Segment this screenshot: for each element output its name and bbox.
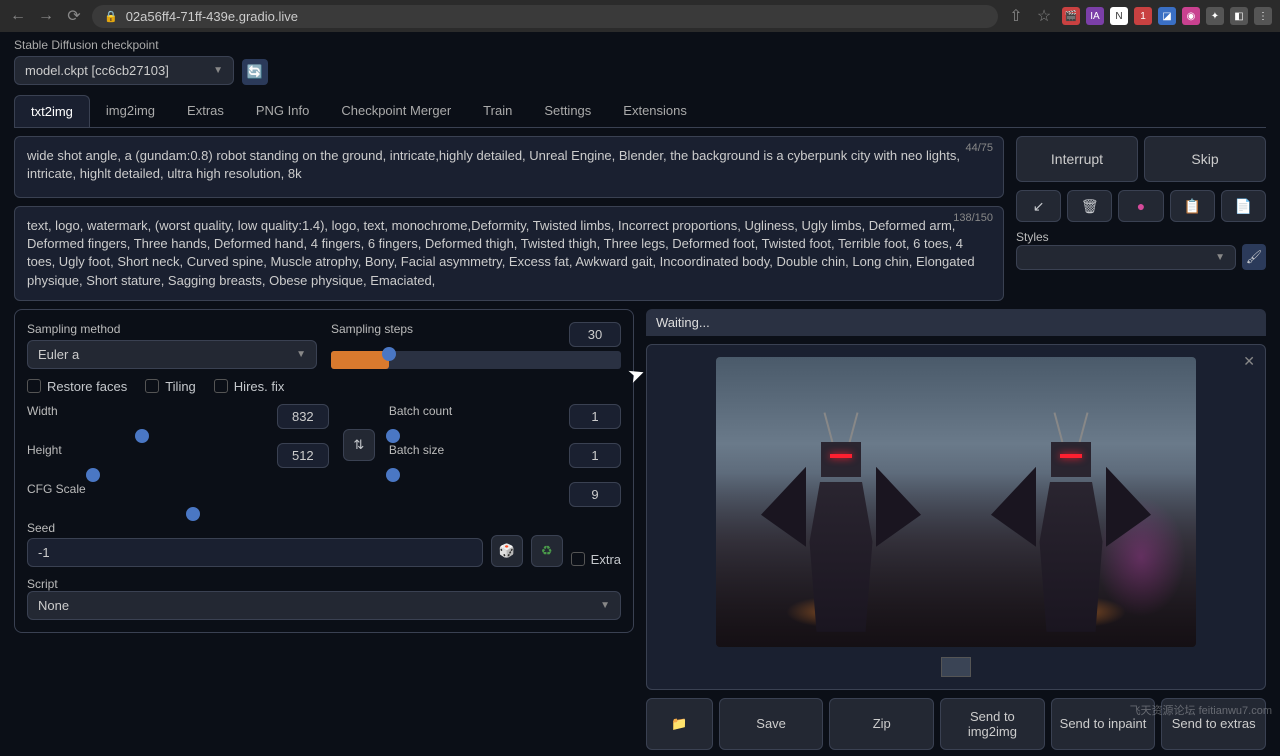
generation-controls: Sampling method Euler a ▼ Sampling steps… — [14, 309, 634, 633]
generation-status: Waiting... — [646, 309, 1266, 336]
styles-label: Styles — [1016, 230, 1266, 244]
tool-trash[interactable]: 🗑 — [1067, 190, 1112, 222]
tool-clipboard[interactable]: 📋 — [1170, 190, 1215, 222]
chevron-down-icon: ▼ — [600, 600, 610, 611]
sampling-method-value: Euler a — [38, 347, 79, 362]
batch-count-value[interactable]: 1 — [569, 404, 621, 429]
checkpoint-select[interactable]: model.ckpt [cc6cb27103] ▼ — [14, 56, 234, 85]
lock-icon: 🔒 — [104, 10, 118, 23]
swap-dimensions-button[interactable]: ⇅ — [343, 429, 375, 461]
script-value: None — [38, 598, 69, 613]
tab-extensions[interactable]: Extensions — [607, 95, 703, 127]
ext-icon[interactable]: IA — [1086, 7, 1104, 25]
sampling-steps-value[interactable]: 30 — [569, 322, 621, 347]
watermark: 飞天资源论坛 feitianwu7.com — [1130, 702, 1272, 718]
main-tabs: txt2img img2img Extras PNG Info Checkpoi… — [14, 95, 1266, 128]
prompt-input[interactable]: 44/75 wide shot angle, a (gundam:0.8) ro… — [14, 136, 1004, 198]
hires-fix-checkbox[interactable]: Hires. fix — [214, 379, 285, 394]
url-text: 02a56ff4-71ff-439e.gradio.live — [126, 9, 298, 24]
tab-img2img[interactable]: img2img — [90, 95, 171, 127]
checkpoint-label: Stable Diffusion checkpoint — [14, 38, 234, 52]
sampling-method-label: Sampling method — [27, 322, 317, 336]
ext-icon[interactable]: ◪ — [1158, 7, 1176, 25]
sampling-steps-label: Sampling steps — [331, 322, 413, 347]
extension-icons: 🎬 IA N 1 ◪ ◉ ✦ ◧ ⋮ — [1062, 7, 1272, 25]
sampling-steps-slider[interactable] — [331, 351, 621, 369]
ext-icon[interactable]: 1 — [1134, 7, 1152, 25]
open-folder-button[interactable]: 📁 — [646, 698, 713, 750]
batch-size-value[interactable]: 1 — [569, 443, 621, 468]
tool-paste[interactable]: 📄 — [1221, 190, 1266, 222]
chevron-down-icon: ▼ — [213, 65, 223, 76]
refresh-checkpoint-button[interactable]: 🔄 — [242, 59, 268, 85]
neg-prompt-token-count: 138/150 — [953, 211, 993, 226]
tool-dot[interactable]: ● — [1118, 190, 1163, 222]
zip-button[interactable]: Zip — [829, 698, 934, 750]
seed-label: Seed — [27, 521, 621, 535]
width-label: Width — [27, 404, 58, 429]
seed-random-button[interactable]: 🎲 — [491, 535, 523, 567]
height-value[interactable]: 512 — [277, 443, 329, 468]
checkpoint-value: model.ckpt [cc6cb27103] — [25, 63, 169, 78]
thumbnail[interactable] — [941, 657, 971, 677]
seed-reuse-button[interactable]: ♻ — [531, 535, 563, 567]
menu-icon[interactable]: ⋮ — [1254, 7, 1272, 25]
tab-checkpoint-merger[interactable]: Checkpoint Merger — [325, 95, 467, 127]
width-value[interactable]: 832 — [277, 404, 329, 429]
prompt-text: wide shot angle, a (gundam:0.8) robot st… — [27, 148, 960, 181]
height-label: Height — [27, 443, 62, 468]
ext-icon[interactable]: 🎬 — [1062, 7, 1080, 25]
output-gallery: ✕ — [646, 344, 1266, 690]
tab-train[interactable]: Train — [467, 95, 528, 127]
seed-extra-checkbox[interactable]: Extra — [571, 552, 621, 567]
thumbnail-strip — [941, 657, 971, 677]
reload-button[interactable]: ⟳ — [64, 6, 84, 26]
neg-prompt-text: text, logo, watermark, (worst quality, l… — [27, 218, 975, 288]
ext-icon[interactable]: N — [1110, 7, 1128, 25]
share-icon[interactable]: ⇧ — [1006, 6, 1026, 26]
generated-image[interactable] — [716, 357, 1196, 647]
chevron-down-icon: ▼ — [1215, 252, 1225, 263]
forward-button[interactable]: → — [36, 7, 56, 25]
url-bar[interactable]: 🔒 02a56ff4-71ff-439e.gradio.live — [92, 5, 998, 28]
back-button[interactable]: ← — [8, 7, 28, 25]
send-to-img2img-button[interactable]: Send to img2img — [940, 698, 1045, 750]
sampling-method-select[interactable]: Euler a ▼ — [27, 340, 317, 369]
prompt-token-count: 44/75 — [965, 141, 993, 156]
apply-style-button[interactable]: 🖌 — [1242, 244, 1266, 270]
cfg-scale-label: CFG Scale — [27, 482, 86, 507]
script-label: Script — [27, 577, 621, 591]
seed-input[interactable]: -1 — [27, 538, 483, 567]
tab-txt2img[interactable]: txt2img — [14, 95, 90, 127]
styles-select[interactable]: ▼ — [1016, 245, 1236, 270]
restore-faces-checkbox[interactable]: Restore faces — [27, 379, 127, 394]
save-button[interactable]: Save — [719, 698, 824, 750]
ext-icon[interactable]: ◧ — [1230, 7, 1248, 25]
ext-icon[interactable]: ◉ — [1182, 7, 1200, 25]
skip-button[interactable]: Skip — [1144, 136, 1266, 182]
tool-arrow[interactable]: ↙ — [1016, 190, 1061, 222]
tab-extras[interactable]: Extras — [171, 95, 240, 127]
cfg-scale-value[interactable]: 9 — [569, 482, 621, 507]
tiling-checkbox[interactable]: Tiling — [145, 379, 196, 394]
close-icon[interactable]: ✕ — [1243, 353, 1255, 370]
batch-size-label: Batch size — [389, 443, 444, 468]
script-select[interactable]: None ▼ — [27, 591, 621, 620]
ext-icon[interactable]: ✦ — [1206, 7, 1224, 25]
star-icon[interactable]: ☆ — [1034, 6, 1054, 26]
chevron-down-icon: ▼ — [296, 349, 306, 360]
interrupt-button[interactable]: Interrupt — [1016, 136, 1138, 182]
batch-count-label: Batch count — [389, 404, 452, 429]
tab-settings[interactable]: Settings — [528, 95, 607, 127]
negative-prompt-input[interactable]: 138/150 text, logo, watermark, (worst qu… — [14, 206, 1004, 301]
tab-pnginfo[interactable]: PNG Info — [240, 95, 325, 127]
